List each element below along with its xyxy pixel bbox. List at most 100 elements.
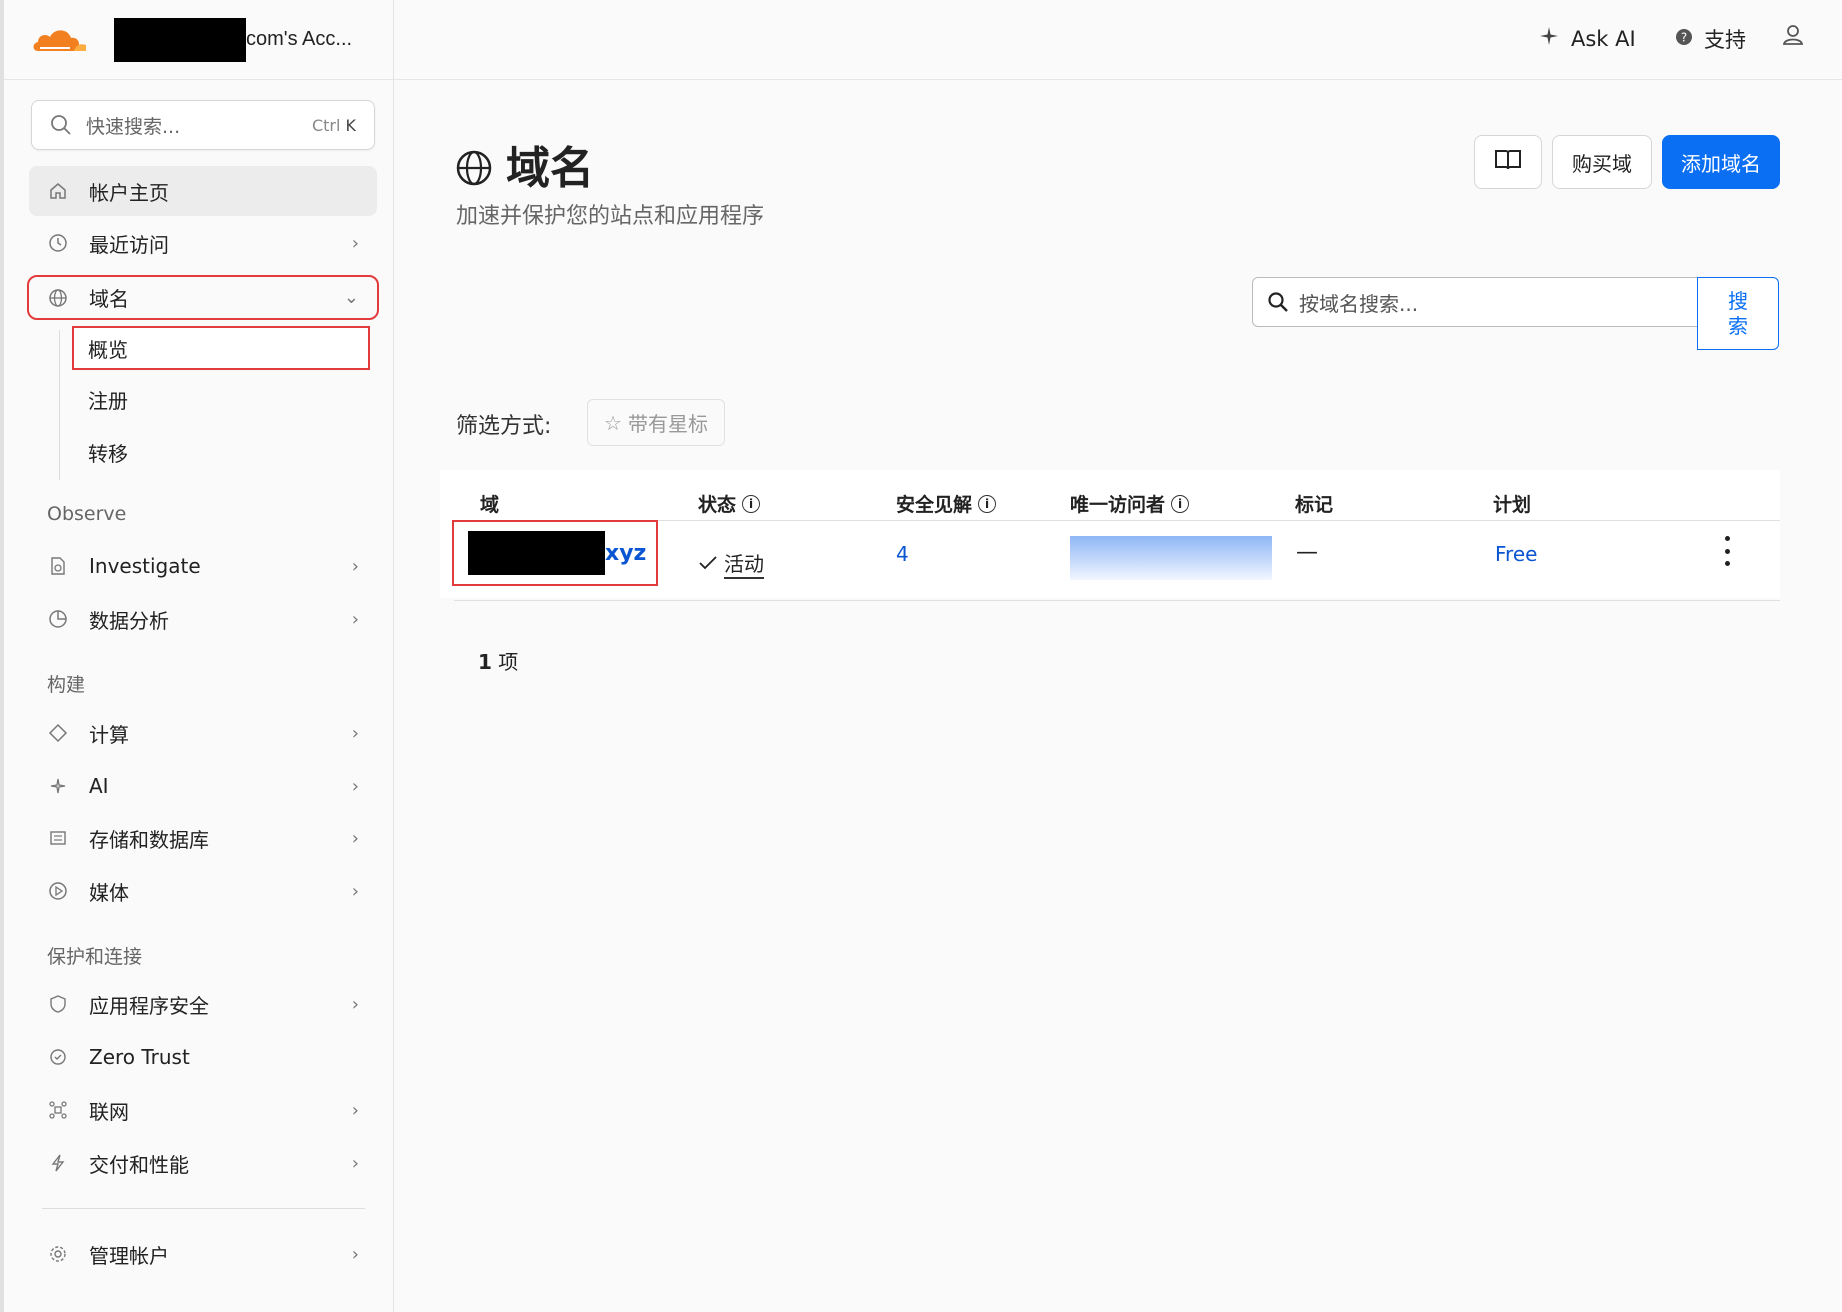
account-name[interactable]: com's Acc... xyxy=(246,28,352,51)
shield-icon xyxy=(47,993,69,1015)
support-button[interactable]: ? 支持 xyxy=(1674,24,1746,54)
play-icon xyxy=(47,880,69,902)
sidebar-divider xyxy=(42,1208,365,1209)
column-header-tags[interactable]: 标记 xyxy=(1295,490,1333,517)
plan-link[interactable]: Free xyxy=(1495,542,1537,566)
sidebar-item-media[interactable]: 媒体 › xyxy=(29,866,377,916)
ask-ai-label: Ask AI xyxy=(1571,26,1636,51)
starred-filter-button[interactable]: ☆ 带有星标 xyxy=(587,399,725,446)
sidebar-item-label: 计算 xyxy=(89,722,129,747)
column-header-plan[interactable]: 计划 xyxy=(1493,490,1531,517)
help-icon: ? xyxy=(1674,27,1694,52)
search-icon xyxy=(51,115,71,135)
chevron-right-icon: › xyxy=(351,993,359,1015)
status-text[interactable]: 活动 xyxy=(724,548,764,579)
check-icon xyxy=(698,552,718,576)
domain-search-input[interactable]: 按域名搜索... xyxy=(1252,277,1698,327)
quick-search-input[interactable]: 快速搜索... Ctrl K xyxy=(31,100,375,150)
user-menu-button[interactable] xyxy=(1782,24,1814,51)
sidebar-item-delivery[interactable]: 交付和性能 › xyxy=(29,1138,377,1188)
sidebar-item-label: AI xyxy=(89,774,109,798)
info-icon[interactable]: i xyxy=(742,494,761,513)
zero-trust-icon xyxy=(47,1046,69,1068)
search-shortcut: Ctrl K xyxy=(311,115,356,135)
sidebar-item-analytics[interactable]: 数据分析 › xyxy=(29,594,377,644)
clock-icon xyxy=(47,232,69,254)
chevron-right-icon: › xyxy=(351,775,359,797)
domains-table: 域 状态 i 安全见解 i 唯一访问者 i 标记 计划 xyz 活动 4 — Free xyxy=(440,470,1780,601)
sidebar-item-compute[interactable]: 计算 › xyxy=(29,708,377,758)
domain-search-button[interactable]: 搜 索 xyxy=(1697,277,1779,350)
search-button-char1: 搜 xyxy=(1728,288,1748,313)
home-icon xyxy=(47,180,69,202)
search-button-char2: 索 xyxy=(1728,313,1748,338)
sidebar-subitem-register[interactable]: 注册 xyxy=(74,379,368,419)
book-icon xyxy=(1494,148,1522,177)
pie-chart-icon xyxy=(47,608,69,630)
security-insights-count[interactable]: 4 xyxy=(896,542,909,566)
submenu-guide-line xyxy=(59,330,60,480)
sidebar-item-account-home[interactable]: 帐户主页 xyxy=(29,166,377,216)
result-count-number: 1 xyxy=(478,650,492,674)
search-icon xyxy=(1268,292,1288,312)
chevron-down-icon: ⌄ xyxy=(343,287,359,308)
sidebar-item-label: Zero Trust xyxy=(89,1045,190,1069)
column-header-security[interactable]: 安全见解 i xyxy=(896,490,997,517)
database-icon xyxy=(47,827,69,849)
sidebar-item-storage[interactable]: 存储和数据库 › xyxy=(29,813,377,863)
tags-value: — xyxy=(1296,540,1318,565)
sidebar-item-label: 交付和性能 xyxy=(89,1152,189,1177)
chevron-right-icon: › xyxy=(351,555,359,577)
result-count-unit: 项 xyxy=(498,650,519,674)
result-count: 1 项 xyxy=(478,646,518,675)
top-bar: Ask AI ? 支持 xyxy=(394,0,1842,80)
sidebar-item-label: 联网 xyxy=(89,1099,129,1124)
sidebar-item-ai[interactable]: AI › xyxy=(29,761,377,811)
chevron-right-icon: › xyxy=(351,608,359,630)
sidebar-item-label: 管理帐户 xyxy=(89,1243,169,1268)
column-header-status[interactable]: 状态 i xyxy=(698,490,761,517)
support-label: 支持 xyxy=(1704,28,1746,52)
sidebar-item-label: 域名 xyxy=(89,287,129,311)
section-label-protect: 保护和连接 xyxy=(47,946,143,968)
row-actions-menu-icon[interactable] xyxy=(1720,536,1734,566)
domain-search-placeholder: 按域名搜索... xyxy=(1299,291,1419,316)
sidebar-item-zero-trust[interactable]: Zero Trust xyxy=(29,1032,377,1082)
chevron-right-icon: › xyxy=(351,232,359,254)
sidebar-item-label: 存储和数据库 xyxy=(89,827,209,852)
page-title: 域名 xyxy=(456,132,594,196)
column-header-visitors[interactable]: 唯一访问者 i xyxy=(1070,490,1190,517)
domain-link[interactable]: xyz xyxy=(452,520,658,586)
column-header-domain[interactable]: 域 xyxy=(480,490,499,517)
diamond-icon xyxy=(47,722,69,744)
sidebar-item-label: 应用程序安全 xyxy=(89,993,209,1018)
sidebar-item-app-security[interactable]: 应用程序安全 › xyxy=(29,979,377,1029)
sidebar: com's Acc... 快速搜索... Ctrl K 帐户主页 最近访问 › … xyxy=(0,0,394,1312)
info-icon[interactable]: i xyxy=(978,494,997,513)
sidebar-item-investigate[interactable]: Investigate › xyxy=(29,541,377,591)
document-search-icon xyxy=(47,555,69,577)
sparkle-icon xyxy=(47,775,69,797)
chevron-right-icon: › xyxy=(351,1243,359,1265)
globe-icon xyxy=(456,146,492,186)
star-icon: ☆ xyxy=(604,410,622,435)
sidebar-item-recent[interactable]: 最近访问 › xyxy=(29,218,377,268)
chevron-right-icon: › xyxy=(351,827,359,849)
sidebar-item-domains[interactable]: 域名 ⌄ xyxy=(27,275,379,320)
buy-domain-button[interactable]: 购买域 xyxy=(1552,135,1652,189)
docs-button[interactable] xyxy=(1474,135,1542,189)
ask-ai-button[interactable]: Ask AI xyxy=(1537,24,1636,53)
svg-text:?: ? xyxy=(1681,30,1687,44)
globe-icon xyxy=(47,287,69,309)
info-icon[interactable]: i xyxy=(1171,494,1190,513)
section-label-build: 构建 xyxy=(47,674,86,696)
cloudflare-logo[interactable] xyxy=(30,25,88,55)
sidebar-item-manage-account[interactable]: 管理帐户 › xyxy=(29,1229,377,1279)
sidebar-subitem-transfer[interactable]: 转移 xyxy=(74,432,368,472)
sidebar-brand: com's Acc... xyxy=(4,0,393,80)
sidebar-item-label: Investigate xyxy=(89,554,201,578)
status-cell: 活动 xyxy=(698,548,764,579)
sidebar-item-networking[interactable]: 联网 › xyxy=(29,1085,377,1135)
sidebar-subitem-overview[interactable]: 概览 xyxy=(72,326,370,370)
add-domain-button[interactable]: 添加域名 xyxy=(1662,135,1780,189)
